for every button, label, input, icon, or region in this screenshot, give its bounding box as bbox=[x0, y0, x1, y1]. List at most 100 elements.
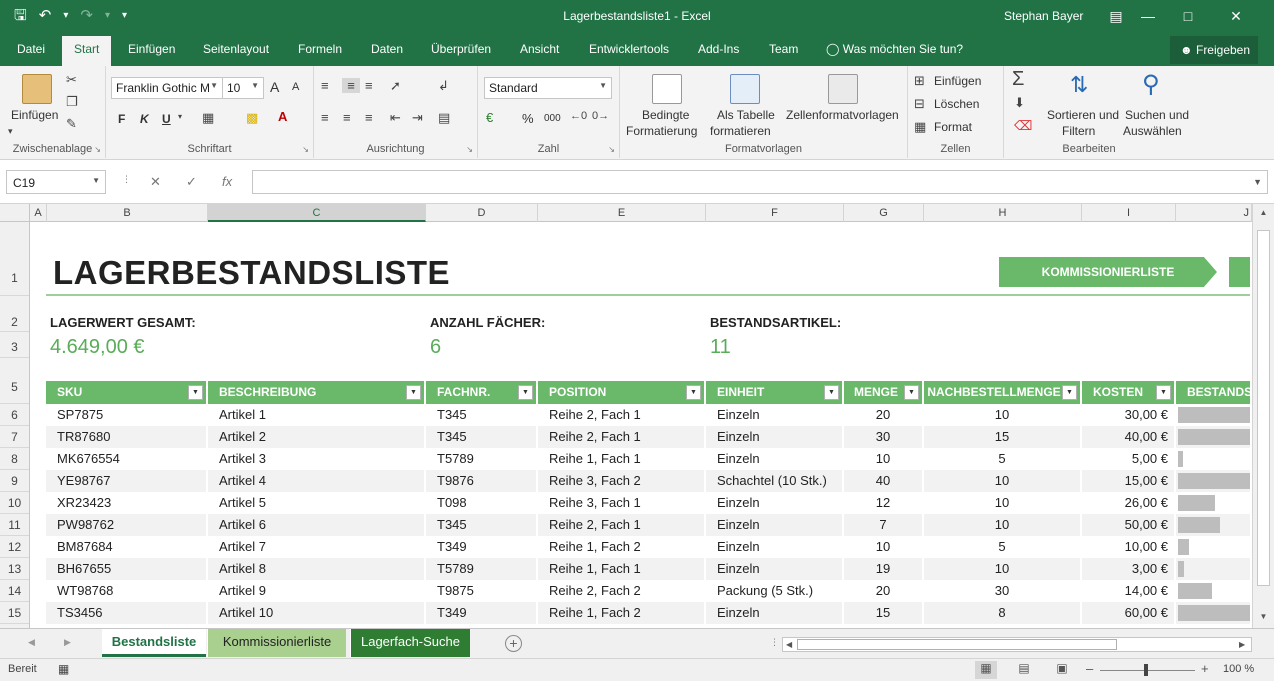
cell-quantity[interactable]: 40 bbox=[844, 470, 924, 492]
row-header[interactable]: 6 bbox=[0, 404, 29, 426]
increase-decimal-icon[interactable]: ←0 bbox=[570, 110, 587, 122]
cell-reorder[interactable]: 10 bbox=[924, 492, 1082, 514]
cell-position[interactable]: Reihe 3, Fach 1 bbox=[538, 492, 706, 514]
cell-quantity[interactable]: 7 bbox=[844, 514, 924, 536]
alignment-launcher-icon[interactable]: ↘ bbox=[466, 145, 473, 154]
cell-cost[interactable]: 10,00 € bbox=[1082, 536, 1176, 558]
cell-cost[interactable]: 26,00 € bbox=[1082, 492, 1176, 514]
underline-dropdown-icon[interactable]: ▾ bbox=[178, 112, 182, 121]
cell-description[interactable]: Artikel 3 bbox=[208, 448, 426, 470]
cell-styles-icon[interactable] bbox=[828, 74, 858, 104]
kommissionierliste-link-button[interactable]: KOMMISSIONIERLISTE bbox=[999, 257, 1217, 287]
row-header[interactable]: 9 bbox=[0, 470, 29, 492]
scroll-up-icon[interactable]: ▲ bbox=[1253, 208, 1274, 217]
cell-sku[interactable]: MK676554 bbox=[46, 448, 208, 470]
table-row[interactable]: TS3456 Artikel 10 T349 Reihe 1, Fach 2 Einze… bbox=[46, 602, 1250, 624]
column-header-a[interactable]: A bbox=[30, 204, 47, 222]
thousands-button[interactable]: 000 bbox=[544, 113, 561, 124]
table-row[interactable]: TR87680 Artikel 2 T345 Reihe 2, Fach 1 Einze… bbox=[46, 426, 1250, 448]
zoom-in-icon[interactable]: + bbox=[1201, 661, 1209, 676]
customize-qat-icon[interactable]: ▾ bbox=[122, 6, 127, 26]
align-top-icon[interactable]: ≡ bbox=[321, 78, 329, 93]
fill-color-icon[interactable]: ▩ bbox=[246, 110, 258, 126]
row-header[interactable]: 10 bbox=[0, 492, 29, 514]
save-icon[interactable]: 🖫 bbox=[14, 6, 27, 26]
underline-button[interactable]: U bbox=[162, 112, 171, 126]
cell-position[interactable]: Reihe 2, Fach 1 bbox=[538, 426, 706, 448]
align-center-icon[interactable]: ≡ bbox=[343, 110, 351, 125]
table-row[interactable]: BM87684 Artikel 7 T349 Reihe 1, Fach 2 Einze… bbox=[46, 536, 1250, 558]
cell-sku[interactable]: BM87684 bbox=[46, 536, 208, 558]
format-cells-icon[interactable]: ▦ bbox=[914, 119, 926, 135]
cell-quantity[interactable]: 10 bbox=[844, 448, 924, 470]
cell-description[interactable]: Artikel 1 bbox=[208, 404, 426, 426]
decrease-indent-icon[interactable]: ⇤ bbox=[390, 110, 401, 126]
format-cells-button[interactable]: Format bbox=[934, 120, 972, 134]
orientation-icon[interactable]: ➚ bbox=[390, 78, 401, 94]
scroll-down-icon[interactable]: ▼ bbox=[1253, 612, 1274, 621]
cut-icon[interactable]: ✂ bbox=[66, 72, 77, 88]
cell-sku[interactable]: BH67655 bbox=[46, 558, 208, 580]
scroll-left-icon[interactable]: ◀ bbox=[786, 638, 792, 651]
cell-quantity[interactable]: 15 bbox=[844, 602, 924, 624]
insert-function-icon[interactable]: fx bbox=[222, 174, 232, 189]
number-format-select[interactable]: Standard ▼ bbox=[484, 77, 612, 99]
filter-dropdown-icon[interactable]: ▼ bbox=[1156, 385, 1171, 400]
macro-record-icon[interactable]: ▦ bbox=[58, 662, 69, 676]
table-row[interactable]: PW98762 Artikel 6 T345 Reihe 2, Fach 1 Einze… bbox=[46, 514, 1250, 536]
fill-icon[interactable]: ⬇ bbox=[1014, 95, 1025, 111]
scroll-right-icon[interactable]: ▶ bbox=[1239, 638, 1245, 651]
chevron-down-icon[interactable]: ▼ bbox=[1253, 177, 1262, 187]
cell-bin-no[interactable]: T345 bbox=[426, 426, 538, 448]
filter-dropdown-icon[interactable]: ▼ bbox=[188, 385, 203, 400]
cell-position[interactable]: Reihe 3, Fach 2 bbox=[538, 470, 706, 492]
row-header[interactable]: 2 bbox=[0, 296, 29, 332]
cell-reorder[interactable]: 5 bbox=[924, 448, 1082, 470]
cell-sku[interactable]: WT98768 bbox=[46, 580, 208, 602]
column-header-b[interactable]: B bbox=[47, 204, 208, 222]
italic-button[interactable]: K bbox=[140, 112, 149, 126]
cell-unit[interactable]: Einzeln bbox=[706, 602, 844, 624]
user-name[interactable]: Stephan Bayer bbox=[1004, 9, 1083, 23]
format-painter-icon[interactable]: ✎ bbox=[66, 116, 77, 132]
cell-reorder[interactable]: 10 bbox=[924, 470, 1082, 492]
filter-dropdown-icon[interactable]: ▼ bbox=[686, 385, 701, 400]
cell-unit[interactable]: Einzeln bbox=[706, 492, 844, 514]
horizontal-scroll-thumb[interactable] bbox=[797, 639, 1117, 650]
column-header-h[interactable]: H bbox=[924, 204, 1082, 222]
cell-quantity[interactable]: 30 bbox=[844, 426, 924, 448]
formula-input[interactable]: ▼ bbox=[252, 170, 1268, 194]
column-header-e[interactable]: E bbox=[538, 204, 706, 222]
cell-bin-no[interactable]: T098 bbox=[426, 492, 538, 514]
sort-filter-line1[interactable]: Sortieren und bbox=[1047, 108, 1119, 122]
wrap-text-icon[interactable]: ↲ bbox=[438, 78, 449, 94]
name-box[interactable]: C19 ▼ bbox=[6, 170, 106, 194]
merge-center-icon[interactable]: ▤ bbox=[438, 110, 450, 126]
tell-me[interactable]: ◯ Was möchten Sie tun? bbox=[826, 42, 963, 56]
page-layout-view-icon[interactable]: ▤ bbox=[1013, 661, 1035, 679]
tab-ueberpruefen[interactable]: Überprüfen bbox=[431, 42, 491, 56]
row-header[interactable]: 5 bbox=[0, 358, 29, 404]
column-header-c[interactable]: C bbox=[208, 204, 426, 222]
font-size-select[interactable]: 10 ▼ bbox=[222, 77, 264, 99]
prev-sheet-icon[interactable]: ◀ bbox=[28, 637, 35, 648]
vertical-scroll-thumb[interactable] bbox=[1257, 230, 1270, 586]
enter-icon[interactable]: ✓ bbox=[186, 174, 197, 190]
row-header[interactable]: 8 bbox=[0, 448, 29, 470]
cell-reorder[interactable]: 30 bbox=[924, 580, 1082, 602]
align-left-icon[interactable]: ≡ bbox=[321, 110, 329, 125]
cell-description[interactable]: Artikel 10 bbox=[208, 602, 426, 624]
tab-formeln[interactable]: Formeln bbox=[298, 42, 342, 56]
cell-cost[interactable]: 5,00 € bbox=[1082, 448, 1176, 470]
cell-reorder[interactable]: 5 bbox=[924, 536, 1082, 558]
column-header-i[interactable]: I bbox=[1082, 204, 1176, 222]
filter-dropdown-icon[interactable]: ▼ bbox=[406, 385, 421, 400]
cell-position[interactable]: Reihe 1, Fach 2 bbox=[538, 602, 706, 624]
sheet-tab-kommissionierliste[interactable]: Kommissionierliste bbox=[207, 629, 346, 657]
clear-icon[interactable]: ⌫ bbox=[1014, 118, 1032, 134]
cell-unit[interactable]: Schachtel (10 Stk.) bbox=[706, 470, 844, 492]
format-as-table-icon[interactable] bbox=[730, 74, 760, 104]
column-header-d[interactable]: D bbox=[426, 204, 538, 222]
column-header-g[interactable]: G bbox=[844, 204, 924, 222]
cell-bin-no[interactable]: T9875 bbox=[426, 580, 538, 602]
